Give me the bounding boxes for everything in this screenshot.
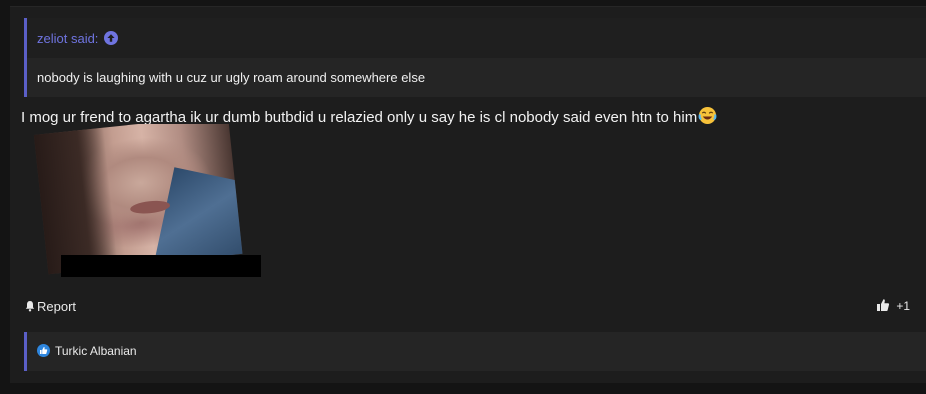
report-label: Report <box>37 299 77 314</box>
like-button[interactable]: +1 <box>876 298 910 313</box>
like-reaction-icon <box>37 344 50 357</box>
report-button[interactable]: Report <box>24 299 76 314</box>
quote-body: nobody is laughing with u cuz ur ugly ro… <box>27 58 926 97</box>
photo <box>33 124 243 275</box>
thumbs-up-icon <box>877 299 890 311</box>
quote-text: nobody is laughing with u cuz ur ugly ro… <box>37 70 426 85</box>
laughing-crying-emoji-icon <box>698 106 717 125</box>
bell-icon <box>25 301 35 312</box>
reactions-summary[interactable]: Turkic Albanian <box>24 332 926 371</box>
forum-post: zeliot said: nobody is laughing with u c… <box>10 6 926 383</box>
post-actions: Report +1 <box>10 295 926 319</box>
arrow-up-icon[interactable] <box>104 31 118 45</box>
quote-block: zeliot said: nobody is laughing with u c… <box>24 18 926 97</box>
quote-author-link[interactable]: zeliot said: <box>37 31 98 46</box>
reaction-count: +1 <box>896 299 910 313</box>
post-message: I mog ur frend to agartha ik ur dumb but… <box>21 106 717 126</box>
quote-header: zeliot said: <box>27 18 926 58</box>
attached-image[interactable] <box>24 124 274 277</box>
reaction-users[interactable]: Turkic Albanian <box>55 344 137 358</box>
